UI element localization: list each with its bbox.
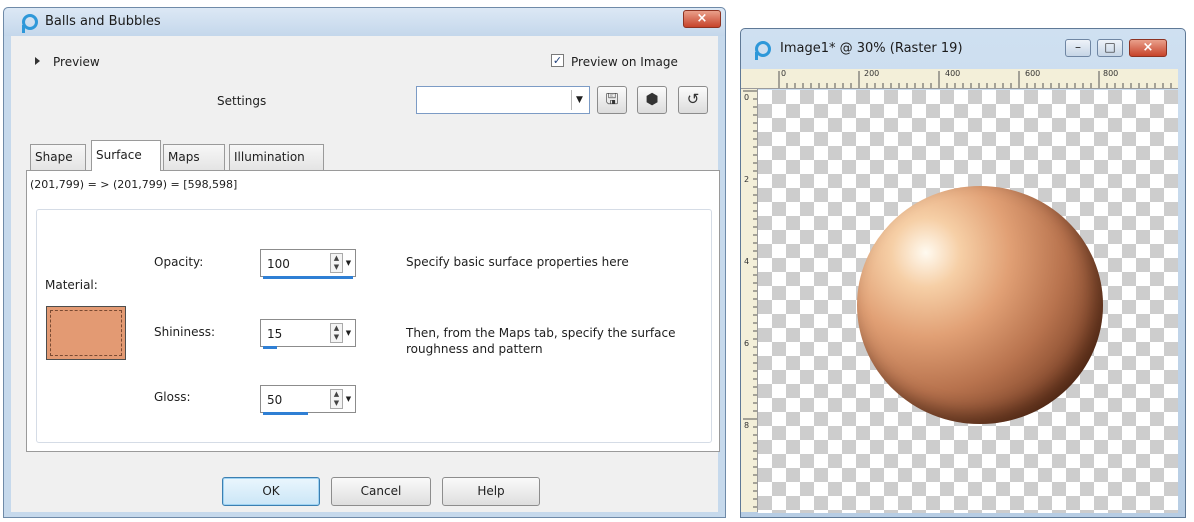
opacity-value: 100 bbox=[267, 257, 290, 271]
ruler-corner bbox=[741, 69, 758, 89]
preview-toggle[interactable]: Preview bbox=[53, 55, 100, 69]
ok-button[interactable]: OK bbox=[222, 477, 320, 506]
image-canvas[interactable] bbox=[758, 90, 1178, 513]
chevron-down-icon[interactable]: ▼ bbox=[344, 253, 353, 273]
spin-arrows-icon[interactable]: ▲ ▼ bbox=[330, 323, 343, 343]
shininess-value: 15 bbox=[267, 327, 283, 341]
ruler-v-label: 0 bbox=[744, 93, 750, 102]
ruler-v-label: 4 bbox=[744, 257, 750, 266]
vertical-ruler: 0 2 4 6 8 bbox=[741, 89, 758, 512]
gloss-spinbox[interactable]: 50 ▲ ▼ ▼ bbox=[260, 385, 356, 415]
cube-icon: ⬢ bbox=[645, 90, 659, 108]
expand-triangle-icon bbox=[35, 57, 40, 65]
material-swatch[interactable] bbox=[46, 306, 126, 360]
dialog-close-button[interactable]: × bbox=[683, 10, 721, 28]
ruler-h-label: 0 bbox=[781, 69, 787, 78]
gloss-level-bar bbox=[263, 412, 308, 415]
spin-arrows-icon[interactable]: ▲ ▼ bbox=[330, 389, 343, 409]
opacity-label: Opacity: bbox=[154, 255, 204, 269]
resources-button[interactable]: ⬢ bbox=[637, 86, 667, 114]
ruler-h-label: 200 bbox=[864, 69, 880, 78]
tab-maps[interactable]: Maps bbox=[163, 144, 225, 170]
settings-label: Settings bbox=[217, 94, 267, 108]
opacity-level-bar bbox=[263, 276, 353, 279]
maximize-button[interactable]: □ bbox=[1097, 39, 1123, 57]
minimize-button[interactable]: – bbox=[1065, 39, 1091, 57]
image-window: Image1* @ 30% (Raster 19) – □ × 0 200 40… bbox=[740, 28, 1186, 518]
ruler-v-label: 8 bbox=[744, 421, 750, 430]
app-icon bbox=[22, 14, 38, 33]
reset-icon: ↺ bbox=[686, 90, 700, 108]
help-button[interactable]: Help bbox=[442, 477, 540, 506]
shininess-level-bar bbox=[263, 346, 277, 349]
spin-arrows-icon[interactable]: ▲ ▼ bbox=[330, 253, 343, 273]
preview-on-image-checkbox[interactable]: ✓ bbox=[551, 54, 564, 67]
shininess-label: Shininess: bbox=[154, 325, 216, 339]
material-label: Material: bbox=[45, 278, 98, 292]
opacity-spinbox[interactable]: 100 ▲ ▼ ▼ bbox=[260, 249, 356, 279]
vertical-ruler-ticks bbox=[743, 90, 757, 508]
save-icon: 🖫 bbox=[605, 90, 619, 108]
ruler-v-label: 6 bbox=[744, 339, 750, 348]
cancel-button[interactable]: Cancel bbox=[331, 477, 431, 506]
preview-on-image-label: Preview on Image bbox=[571, 55, 678, 69]
shininess-spinbox[interactable]: 15 ▲ ▼ ▼ bbox=[260, 319, 356, 349]
help-text-2: Then, from the Maps tab, specify the sur… bbox=[406, 326, 676, 356]
chevron-down-icon[interactable]: ▼ bbox=[344, 389, 353, 409]
app-icon bbox=[755, 41, 771, 60]
reset-button[interactable]: ↺ bbox=[678, 86, 708, 114]
coordinate-readout: (201,799) = > (201,799) = [598,598] bbox=[30, 178, 238, 191]
help-text-1: Specify basic surface properties here bbox=[406, 255, 629, 269]
save-preset-button[interactable]: 🖫 bbox=[597, 86, 627, 114]
tab-illumination[interactable]: Illumination bbox=[229, 144, 324, 170]
tab-surface[interactable]: Surface bbox=[91, 140, 161, 171]
settings-combo[interactable]: ▼ bbox=[416, 86, 590, 114]
tab-shape[interactable]: Shape bbox=[30, 144, 86, 170]
gloss-value: 50 bbox=[267, 393, 283, 407]
ruler-v-label: 2 bbox=[744, 175, 750, 184]
image-window-title: Image1* @ 30% (Raster 19) bbox=[780, 41, 963, 56]
image-close-button[interactable]: × bbox=[1129, 39, 1167, 57]
horizontal-ruler: 0 200 400 600 800 bbox=[757, 69, 1178, 89]
rendered-ball bbox=[857, 186, 1103, 424]
chevron-down-icon[interactable]: ▼ bbox=[571, 90, 587, 110]
chevron-down-icon[interactable]: ▼ bbox=[344, 323, 353, 343]
ruler-h-label: 600 bbox=[1025, 69, 1041, 78]
ruler-h-label: 400 bbox=[945, 69, 961, 78]
ruler-h-label: 800 bbox=[1103, 69, 1119, 78]
dialog-titlebar[interactable]: Balls and Bubbles × bbox=[4, 8, 725, 36]
gloss-label: Gloss: bbox=[154, 390, 191, 404]
dialog-title: Balls and Bubbles bbox=[45, 14, 161, 29]
